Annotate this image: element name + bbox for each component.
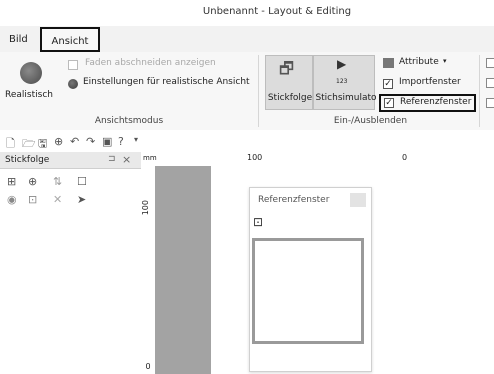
delete-icon[interactable]: ✕	[53, 193, 62, 206]
lock-icon[interactable]: ⊡	[28, 193, 37, 206]
faden-label: Faden abschneiden anzeigen	[85, 58, 216, 68]
referenzfenster-checkbox[interactable]: ✓	[384, 98, 394, 108]
play-icon: ▶	[337, 57, 347, 71]
importfenster-row[interactable]: ✓ Importfenster	[383, 77, 473, 91]
chevron-down-icon: ▾	[443, 57, 447, 65]
importfenster-checkbox[interactable]: ✓	[383, 79, 393, 89]
undo-icon[interactable]: ↶	[70, 135, 79, 148]
stichsimulator-button[interactable]: ▶ 123 Stichsimulato	[313, 55, 377, 110]
ruler-label-100: 100	[247, 153, 263, 162]
pin-icon[interactable]: ⊐	[108, 154, 116, 164]
realistisch-button[interactable]: Realistisch	[3, 58, 55, 108]
referenzfenster-title: Referenzfenster	[258, 195, 330, 205]
panel-move-icon[interactable]: ⇅	[53, 175, 62, 188]
attribute-button[interactable]: Attribute ▾	[383, 57, 473, 71]
group-label-ansichtsmodus: Ansichtsmodus	[94, 116, 164, 126]
ruler-label-0: 0	[402, 153, 408, 162]
realistic-view-icon	[20, 62, 42, 84]
faden-checkbox[interactable]	[68, 60, 78, 70]
stichsim-number: 123	[336, 78, 348, 85]
close-icon[interactable]: ×	[122, 153, 131, 166]
eye-icon[interactable]: ◉	[7, 193, 17, 206]
cursor-icon[interactable]: ➤	[77, 193, 86, 206]
window-title: Unbenannt - Layout & Editing	[202, 6, 352, 17]
partial-checkbox[interactable]	[486, 78, 494, 88]
ruler-unit: mm	[143, 154, 157, 162]
ruler-left-label-100: 100	[141, 200, 150, 216]
panel-sort-icon[interactable]: ⊕	[28, 175, 37, 188]
canvas-margin	[155, 166, 211, 374]
stichsimulator-label: Stichsimulato	[315, 93, 377, 103]
customize-icon[interactable]: ▾	[134, 135, 138, 144]
attribute-label: Attribute	[399, 57, 439, 67]
referenzfenster-row[interactable]: ✓ Referenzfenster	[379, 94, 476, 112]
zoom-icon[interactable]: ⊕	[54, 135, 63, 148]
redo-icon[interactable]: ↷	[86, 135, 95, 148]
ruler-left	[141, 166, 156, 374]
settings-circle-icon	[68, 79, 78, 89]
importfenster-label: Importfenster	[399, 77, 461, 87]
attribute-icon	[383, 58, 394, 68]
einstellungen-button[interactable]: Einstellungen für realistische Ansicht	[68, 77, 258, 91]
tab-ansicht[interactable]: Ansicht	[40, 27, 100, 52]
referenzfenster-close-icon[interactable]	[350, 193, 366, 207]
realistisch-label: Realistisch	[5, 90, 53, 100]
group-label-einaus: Ein-/Ausblenden	[333, 116, 408, 126]
stickfolge-icon: 🗗	[279, 59, 295, 78]
stickfolge-panel-title: Stickfolge	[5, 155, 50, 165]
stickfolge-label: Stickfolge	[267, 93, 313, 103]
tab-bild[interactable]: Bild	[3, 30, 34, 50]
ruler-left-label-0: 0	[145, 362, 151, 371]
referenzfenster-label: Referenzfenster	[400, 97, 472, 107]
group-separator	[479, 55, 480, 127]
fit-view-icon[interactable]: ⊡	[253, 215, 263, 229]
group-separator	[258, 55, 259, 127]
help-icon[interactable]: ?	[118, 135, 124, 148]
einstellungen-label: Einstellungen für realistische Ansicht	[83, 77, 250, 87]
ruler-top	[141, 152, 494, 167]
faden-checkbox-row[interactable]: Faden abschneiden anzeigen	[68, 58, 248, 72]
stickfolge-button[interactable]: 🗗 Stickfolge	[265, 55, 313, 110]
stickfolge-panel	[0, 152, 142, 374]
partial-checkbox[interactable]	[486, 98, 494, 108]
partial-checkbox[interactable]	[486, 58, 494, 68]
view-icon[interactable]: ▣	[102, 135, 112, 148]
panel-view-icon[interactable]: ⊞	[7, 175, 16, 188]
reference-preview-box[interactable]	[252, 238, 364, 344]
panel-frame-icon[interactable]: ☐	[77, 175, 87, 188]
